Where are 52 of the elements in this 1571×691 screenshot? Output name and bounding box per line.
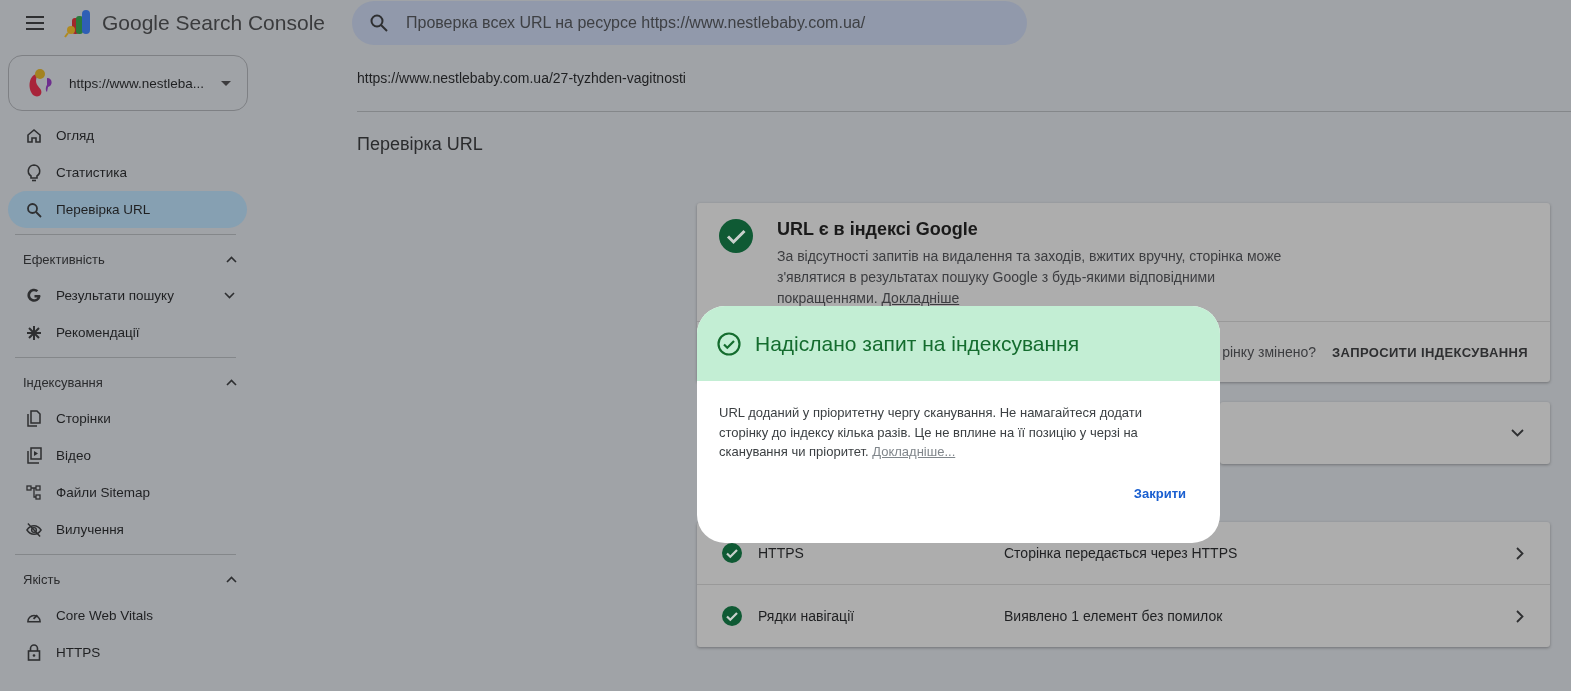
dropdown-caret-icon <box>221 80 231 86</box>
nav-item[interactable]: Перевірка URL <box>8 191 247 228</box>
pages-icon <box>26 410 42 427</box>
chevron-right-icon <box>1516 609 1524 623</box>
changed-question: рінку змінено? <box>1222 344 1316 360</box>
nav-item[interactable]: Рекомендації <box>8 314 247 351</box>
video-icon <box>26 447 42 464</box>
index-status-title: URL є в індексі Google <box>777 219 979 240</box>
nav-item[interactable]: Відео <box>8 437 247 474</box>
chevron-icon <box>226 575 237 583</box>
search-field[interactable]: Проверка всех URL на ресурсе https://www.nestlebaby.com.ua/ <box>352 0 1027 45</box>
search-icon <box>26 201 42 218</box>
section-header[interactable]: Індексування <box>8 364 237 400</box>
check-circle-icon <box>719 219 753 253</box>
nav-item[interactable]: Огляд <box>8 117 247 154</box>
check-circle-icon <box>722 543 742 563</box>
nav-item[interactable]: Core Web Vitals <box>8 597 247 634</box>
enhancement-row[interactable]: HTTPS Сторінка передається через HTTPS <box>697 522 1550 584</box>
enhancement-row[interactable]: Рядки навігації Виявлено 1 елемент без помилок <box>697 584 1550 647</box>
lightbulb-icon <box>26 163 42 182</box>
chevron-icon <box>226 378 237 386</box>
learn-more-link[interactable]: Докладніше... <box>872 444 956 459</box>
nav-item[interactable]: Вилучення <box>8 511 247 548</box>
asterisk-icon <box>26 324 42 341</box>
nav-item[interactable]: Статистика <box>8 154 247 191</box>
section-header[interactable]: Ефективність <box>8 241 237 277</box>
home-icon <box>26 127 42 144</box>
index-status-description: За відсутності запитів на видалення та заходів, вжитих вручну, сторінка може з'являтися в результатах пошуку Google з будь-якими відповідними покращеннями. Докладніше <box>777 247 1283 308</box>
nav-item[interactable]: HTTPS <box>8 634 247 671</box>
property-selector[interactable]: https://www.nestleba... <box>8 55 248 111</box>
chevron-down-icon <box>1511 429 1524 437</box>
menu-icon[interactable] <box>26 15 44 30</box>
request-indexing-button[interactable]: ЗАПРОСИТИ ІНДЕКСУВАННЯ <box>1332 338 1528 366</box>
dialog-message: URL доданий у пріоритетну чергу сканування. Не намагайтеся додати сторінку до індексу кілька разів. Це не вплине на її позицію у черзі на сканування чи пріоритет. Докладніше... <box>719 404 1143 461</box>
section-header[interactable]: Якість <box>8 561 237 597</box>
check-circle-icon <box>722 606 742 626</box>
check-circle-outline-icon <box>717 331 741 356</box>
close-button[interactable]: Закрити <box>1125 479 1194 507</box>
inspected-url: https://www.nestlebaby.com.ua/27-tyzhden-vagitnosti <box>357 70 686 86</box>
chevron-icon <box>226 255 237 263</box>
nav-item[interactable]: Файли Sitemap <box>8 474 247 511</box>
app-title: Google Search Console <box>102 10 325 35</box>
nav-item[interactable]: Результати пошуку <box>8 277 247 314</box>
lock-icon <box>26 644 42 661</box>
dialog-title: Надіслано запит на індексування <box>755 331 1080 356</box>
chevron-right-icon <box>1516 546 1524 560</box>
learn-more-link[interactable]: Докладніше <box>881 290 960 306</box>
sitemap-icon <box>26 484 42 501</box>
g-letter-icon <box>26 287 42 304</box>
hidden-eye-icon <box>26 521 42 538</box>
page-title: Перевірка URL <box>357 134 484 155</box>
nav-item[interactable]: Сторінки <box>8 400 247 437</box>
